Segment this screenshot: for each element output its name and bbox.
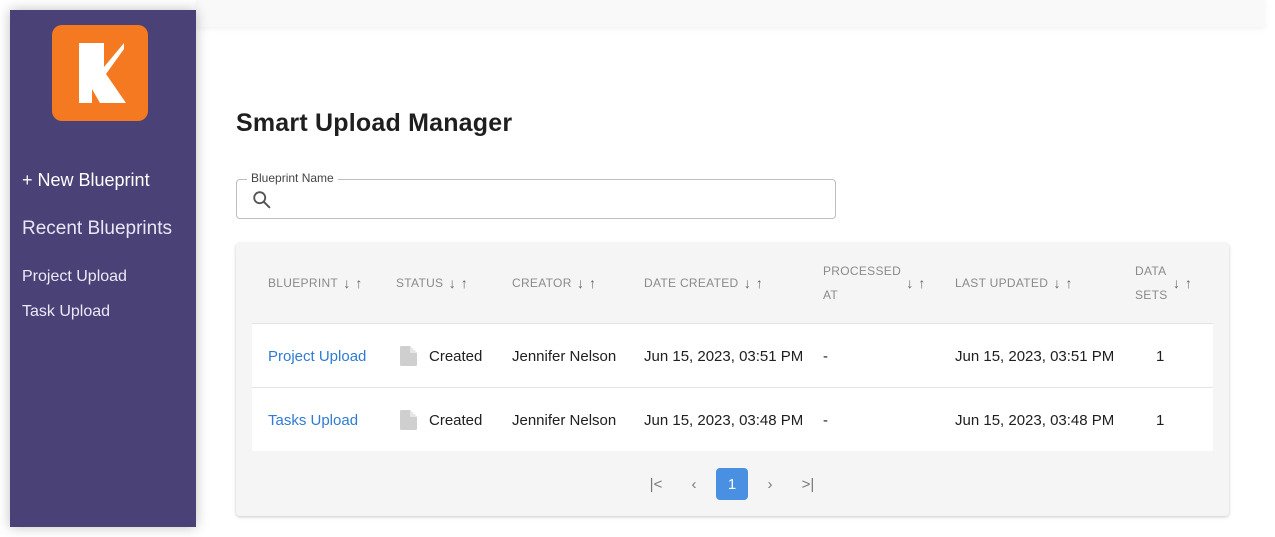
sort-controls: ↓ ↑	[742, 275, 766, 291]
processed-at-text: -	[823, 411, 828, 429]
pagination: |< ‹ 1 › >|	[236, 468, 1229, 500]
blueprint-link[interactable]: Tasks Upload	[268, 412, 358, 429]
new-blueprint-button[interactable]: + New Blueprint	[22, 170, 150, 191]
sort-asc-icon[interactable]: ↑	[1183, 275, 1195, 291]
sort-desc-icon[interactable]: ↓	[446, 275, 458, 291]
header-date-created-label: DATE CREATED	[644, 276, 739, 290]
processed-at-text: -	[823, 347, 828, 365]
header-data-sets-line2: SETS	[1135, 288, 1168, 302]
last-updated-text: Jun 15, 2023, 03:51 PM	[955, 347, 1115, 365]
table-row: Project Upload Created Jennifer Nelson J…	[252, 323, 1213, 387]
page-1-button[interactable]: 1	[716, 468, 748, 500]
header-processed-line2: AT	[823, 288, 839, 302]
creator-text: Jennifer Nelson	[512, 347, 617, 365]
data-sets-text: 1	[1156, 347, 1165, 365]
header-processed-at: PROCESSED AT ↓ ↑	[823, 243, 928, 323]
date-created-text: Jun 15, 2023, 03:51 PM	[644, 347, 804, 365]
search-icon	[253, 191, 271, 209]
sort-asc-icon[interactable]: ↑	[458, 275, 470, 291]
top-bar	[196, 0, 1265, 27]
header-data-sets-label: DATA SETS	[1135, 259, 1168, 307]
sort-asc-icon[interactable]: ↑	[353, 275, 365, 291]
sort-asc-icon[interactable]: ↑	[916, 275, 928, 291]
header-blueprint-label: BLUEPRINT	[268, 276, 339, 290]
sort-asc-icon[interactable]: ↑	[1063, 275, 1075, 291]
sidebar: + New Blueprint Recent Blueprints Projec…	[10, 10, 196, 527]
blueprint-link[interactable]: Project Upload	[268, 348, 366, 365]
sort-desc-icon[interactable]: ↓	[575, 275, 587, 291]
previous-page-button[interactable]: ‹	[678, 468, 710, 500]
search-label: Blueprint Name	[247, 171, 338, 185]
status-cell: Created	[400, 388, 482, 452]
logo-k-icon	[79, 43, 126, 103]
header-processed-at-label: PROCESSED AT	[823, 259, 901, 307]
header-data-sets-line1: DATA	[1135, 264, 1167, 278]
app-logo[interactable]	[52, 25, 148, 121]
header-last-updated-label: LAST UPDATED	[955, 276, 1049, 290]
recent-item-project-upload[interactable]: Project Upload	[22, 268, 127, 286]
creator-text: Jennifer Nelson	[512, 411, 617, 429]
sort-controls: ↓ ↑	[446, 275, 470, 291]
status-text: Created	[429, 411, 483, 429]
sort-controls: ↓ ↑	[1051, 275, 1075, 291]
sort-controls: ↓ ↑	[575, 275, 599, 291]
sort-controls: ↓ ↑	[904, 275, 928, 291]
next-page-button[interactable]: ›	[754, 468, 786, 500]
header-blueprint: BLUEPRINT ↓ ↑	[268, 243, 365, 323]
document-icon	[400, 346, 417, 366]
status-text: Created	[429, 347, 483, 365]
header-data-sets: DATA SETS ↓ ↑	[1135, 243, 1195, 323]
header-creator: CREATOR ↓ ↑	[512, 243, 599, 323]
sort-desc-icon[interactable]: ↓	[1171, 275, 1183, 291]
recent-blueprints-heading: Recent Blueprints	[22, 218, 172, 239]
sort-desc-icon[interactable]: ↓	[1051, 275, 1063, 291]
document-icon	[400, 410, 417, 430]
sort-desc-icon[interactable]: ↓	[904, 275, 916, 291]
status-cell: Created	[400, 324, 482, 388]
date-created-text: Jun 15, 2023, 03:48 PM	[644, 411, 804, 429]
header-status-label: STATUS	[396, 276, 444, 290]
page-title: Smart Upload Manager	[236, 109, 513, 137]
sort-desc-icon[interactable]: ↓	[742, 275, 754, 291]
header-status: STATUS ↓ ↑	[396, 243, 470, 323]
sort-controls: ↓ ↑	[341, 275, 365, 291]
last-updated-text: Jun 15, 2023, 03:48 PM	[955, 411, 1115, 429]
header-creator-label: CREATOR	[512, 276, 572, 290]
first-page-button[interactable]: |<	[640, 468, 672, 500]
data-sets-text: 1	[1156, 411, 1165, 429]
blueprint-name-search: Blueprint Name	[236, 171, 836, 219]
sort-desc-icon[interactable]: ↓	[341, 275, 353, 291]
sort-asc-icon[interactable]: ↑	[754, 275, 766, 291]
last-page-button[interactable]: >|	[792, 468, 824, 500]
header-date-created: DATE CREATED ↓ ↑	[644, 243, 766, 323]
header-last-updated: LAST UPDATED ↓ ↑	[955, 243, 1075, 323]
sort-controls: ↓ ↑	[1171, 275, 1195, 291]
table-body: Project Upload Created Jennifer Nelson J…	[252, 323, 1213, 451]
sort-asc-icon[interactable]: ↑	[587, 275, 599, 291]
table-row: Tasks Upload Created Jennifer Nelson Jun…	[252, 387, 1213, 451]
recent-item-task-upload[interactable]: Task Upload	[22, 303, 110, 321]
blueprints-table-card: BLUEPRINT ↓ ↑ STATUS ↓ ↑ CREATOR ↓ ↑ DAT…	[236, 243, 1229, 516]
search-input[interactable]	[281, 188, 821, 212]
header-processed-line1: PROCESSED	[823, 264, 902, 278]
